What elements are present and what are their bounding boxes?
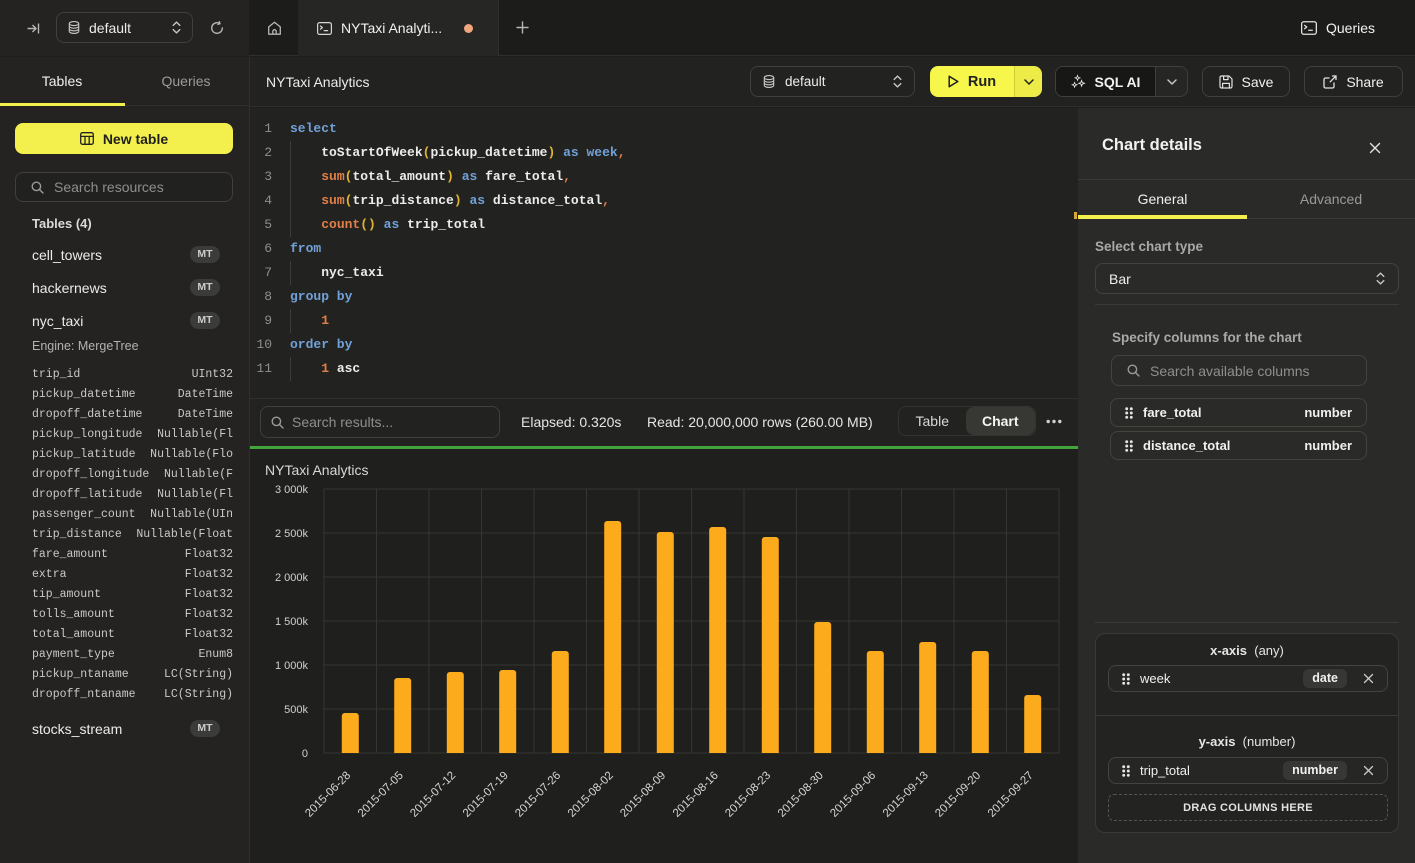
svg-text:2015-06-28: 2015-06-28	[303, 770, 353, 820]
svg-text:2015-09-27: 2015-09-27	[986, 770, 1036, 820]
svg-text:0: 0	[302, 748, 308, 760]
svg-text:2015-08-30: 2015-08-30	[776, 770, 826, 820]
svg-text:2015-07-05: 2015-07-05	[356, 770, 406, 820]
svg-text:500k: 500k	[284, 704, 308, 716]
svg-text:2015-09-06: 2015-09-06	[828, 770, 878, 820]
svg-text:2015-07-26: 2015-07-26	[513, 770, 563, 820]
svg-text:NYTaxi Analytics: NYTaxi Analytics	[265, 462, 368, 478]
svg-text:1 500k: 1 500k	[275, 616, 309, 628]
svg-text:2015-08-23: 2015-08-23	[723, 770, 773, 820]
svg-text:1 000k: 1 000k	[275, 660, 309, 672]
svg-text:2015-09-20: 2015-09-20	[933, 770, 983, 820]
svg-text:2015-08-16: 2015-08-16	[671, 770, 721, 820]
svg-text:2015-07-19: 2015-07-19	[461, 770, 511, 820]
svg-text:2015-08-09: 2015-08-09	[618, 770, 668, 820]
svg-text:2 000k: 2 000k	[275, 572, 309, 584]
svg-text:2015-09-13: 2015-09-13	[881, 770, 931, 820]
svg-text:2015-07-12: 2015-07-12	[408, 770, 458, 820]
svg-text:3 000k: 3 000k	[275, 484, 309, 496]
svg-text:2015-08-02: 2015-08-02	[566, 770, 616, 820]
svg-text:2 500k: 2 500k	[275, 528, 309, 540]
